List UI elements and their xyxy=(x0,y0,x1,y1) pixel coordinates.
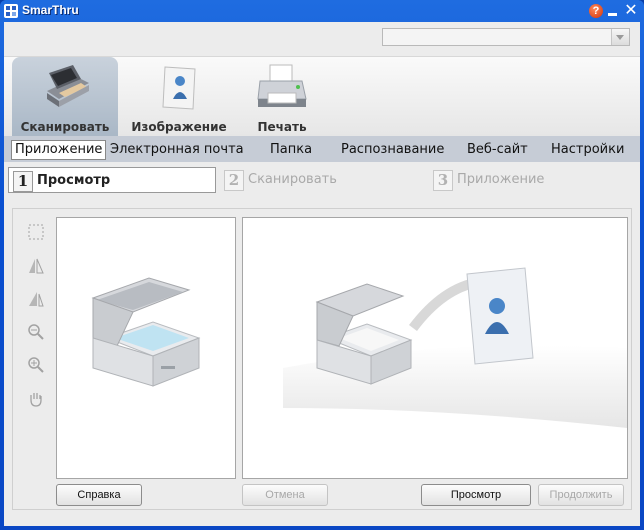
chevron-down-icon[interactable] xyxy=(611,29,629,45)
step-scan: 2 Сканировать xyxy=(220,167,426,193)
flip-vertical-icon[interactable] xyxy=(27,290,45,308)
tab-image[interactable]: Изображение xyxy=(126,57,232,137)
scanner-icon xyxy=(47,65,89,107)
preview-button[interactable]: Просмотр xyxy=(421,484,531,506)
wizard-steps: 1 Просмотр 2 Сканировать 3 Приложение xyxy=(4,165,640,195)
app-window: SmarThru ? ✕ Сканировать Изображение Печ… xyxy=(0,0,644,530)
step-number: 1 xyxy=(13,171,33,192)
subnav-application[interactable]: Приложение xyxy=(11,140,107,160)
scanner-illustration xyxy=(91,277,201,387)
tab-image-label: Изображение xyxy=(131,120,227,134)
step-preview[interactable]: 1 Просмотр xyxy=(8,167,216,193)
hand-pan-icon[interactable] xyxy=(27,390,45,408)
continue-button: Продолжить xyxy=(538,484,624,506)
step-label: Сканировать xyxy=(248,172,337,187)
step-label: Приложение xyxy=(457,172,545,187)
tab-scan[interactable]: Сканировать xyxy=(12,57,118,137)
tab-print-label: Печать xyxy=(257,120,307,134)
subnav-website[interactable]: Веб-сайт xyxy=(467,141,528,159)
tab-print[interactable]: Печать xyxy=(234,57,330,137)
tab-scan-label: Сканировать xyxy=(20,120,110,134)
zoom-out-icon[interactable] xyxy=(27,323,45,341)
help-button[interactable]: Справка xyxy=(56,484,142,506)
title-bar[interactable]: SmarThru ? ✕ xyxy=(0,0,644,22)
scan-to-app-illustration xyxy=(283,267,627,428)
subnav-settings[interactable]: Настройки xyxy=(551,141,624,159)
main-tab-strip: Сканировать Изображение Печать xyxy=(4,56,640,137)
device-select[interactable] xyxy=(382,28,630,46)
scanner-preview-panel xyxy=(56,217,236,479)
cancel-button: Отмена xyxy=(242,484,328,506)
minimize-button[interactable] xyxy=(607,4,619,18)
zoom-in-icon[interactable] xyxy=(27,356,45,374)
close-button[interactable]: ✕ xyxy=(623,2,639,18)
help-icon[interactable]: ? xyxy=(589,4,603,18)
printer-icon xyxy=(257,64,307,107)
step-number: 2 xyxy=(224,170,244,191)
window-title: SmarThru xyxy=(22,3,79,17)
destination-nav: Приложение Электронная почта Папка Распо… xyxy=(4,136,640,162)
step-application: 3 Приложение xyxy=(429,167,635,193)
scan-illustration-panel xyxy=(242,217,628,479)
step-label: Просмотр xyxy=(37,173,111,188)
step-number: 3 xyxy=(433,170,453,191)
flip-horizontal-icon[interactable] xyxy=(27,257,45,275)
app-logo-icon xyxy=(4,4,18,18)
subnav-folder[interactable]: Папка xyxy=(270,141,312,159)
select-area-icon[interactable] xyxy=(27,223,45,241)
preview-area: Справка Отмена Просмотр Продолжить xyxy=(12,208,632,510)
subnav-ocr[interactable]: Распознавание xyxy=(341,141,444,159)
subnav-email[interactable]: Электронная почта xyxy=(110,141,244,159)
image-icon xyxy=(162,66,196,110)
client-area: Сканировать Изображение Печать Приложени… xyxy=(4,22,640,526)
